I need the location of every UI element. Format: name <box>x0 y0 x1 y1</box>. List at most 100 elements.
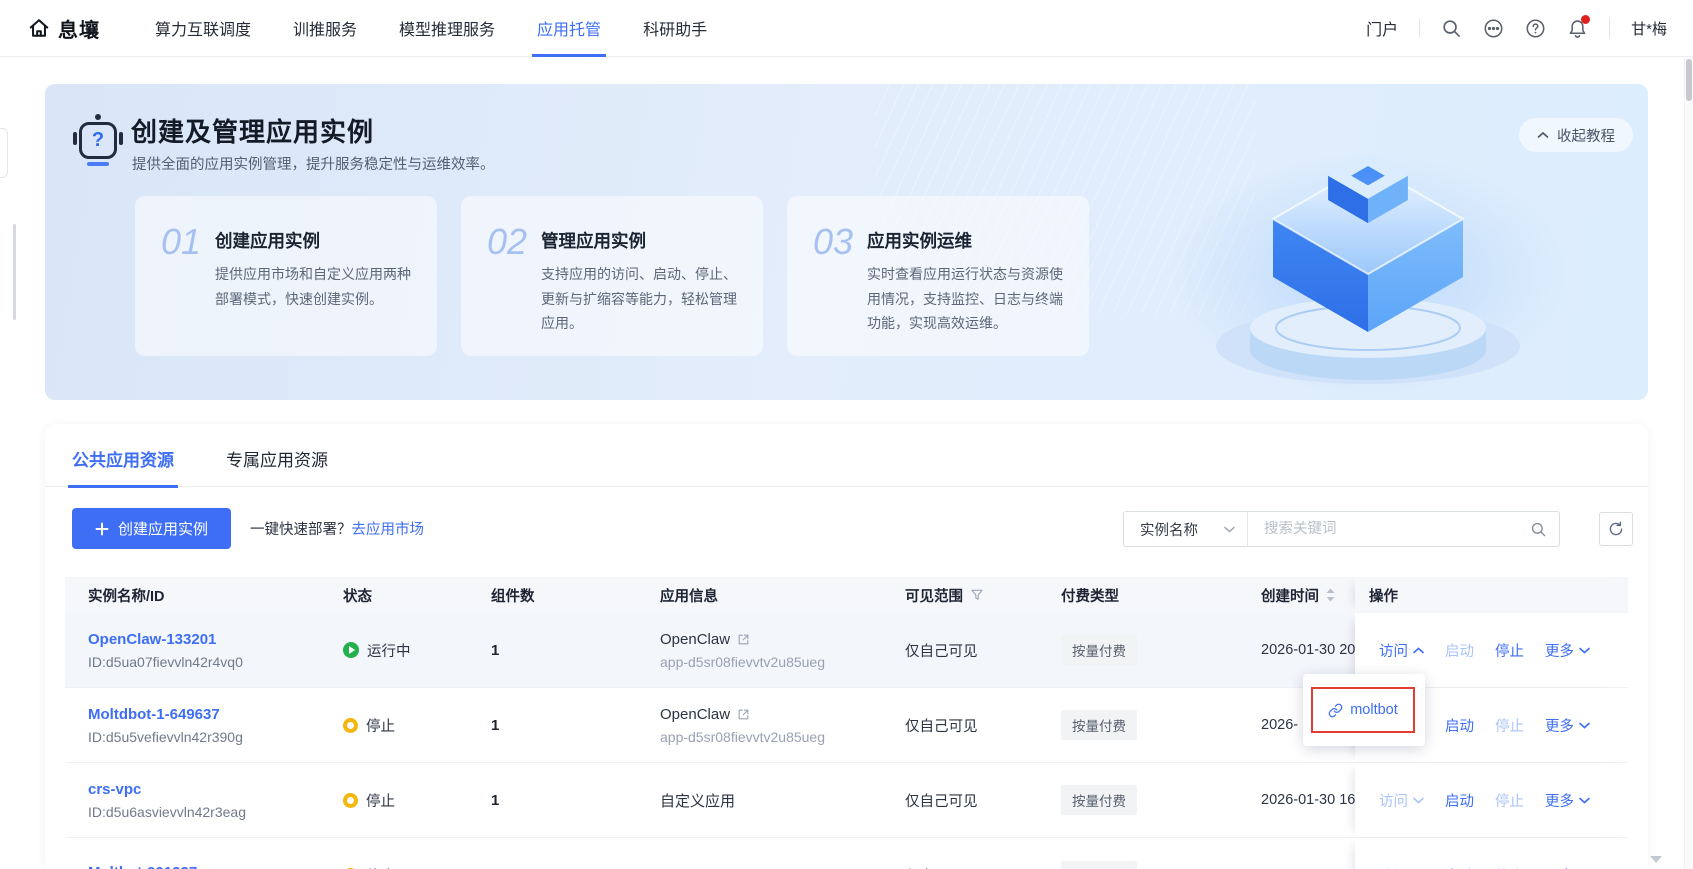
brand-name: 息壤 <box>58 14 100 43</box>
plus-icon <box>95 522 109 536</box>
pay-type-badge: 按量付费 <box>1061 710 1137 740</box>
table-header: 实例名称/ID 状态 组件数 应用信息 可见范围 付费类型 创建时间 操作 <box>65 577 1628 613</box>
step-card-manage: 02 管理应用实例 支持应用的访问、启动、停止、更新与扩缩容等能力，轻松管理应用… <box>461 196 763 356</box>
search-input[interactable] <box>1248 521 1518 537</box>
step-card-ops: 03 应用实例运维 实时查看应用运行状态与资源使用情况，支持监控、日志与终端功能… <box>787 196 1089 356</box>
brand-logo[interactable]: 息壤 <box>28 14 100 43</box>
scroll-down-caret[interactable] <box>1650 856 1662 863</box>
component-count: 1 <box>491 717 499 734</box>
help-icon[interactable] <box>1525 18 1546 39</box>
vertical-scrollbar[interactable] <box>1684 57 1693 869</box>
tab-public-resources[interactable]: 公共应用资源 <box>72 446 174 488</box>
collapse-tutorial-button[interactable]: 收起教程 <box>1519 118 1633 152</box>
action-start: 启动 <box>1445 640 1474 661</box>
action-more[interactable]: 更多 <box>1545 790 1590 811</box>
annotation-highlight: moltbot <box>1311 687 1415 733</box>
action-more[interactable]: 更多 <box>1545 865 1590 869</box>
nav-item-training-inference[interactable]: 训推服务 <box>272 0 378 57</box>
step-title: 管理应用实例 <box>541 228 749 253</box>
step-desc: 提供应用市场和自定义应用两种部署模式，快速创建实例。 <box>215 262 423 311</box>
created-time: 2026- <box>1261 717 1298 733</box>
search-icon[interactable] <box>1441 18 1462 39</box>
chevron-down-icon <box>1579 722 1590 729</box>
scrollbar-thumb[interactable] <box>1686 59 1692 101</box>
visibility: 仅自己可见 <box>905 865 978 869</box>
status-stopped-icon <box>343 793 358 808</box>
nav-item-app-hosting[interactable]: 应用托管 <box>516 0 622 57</box>
top-nav: 息壤 算力互联调度 训推服务 模型推理服务 应用托管 科研助手 门户 <box>0 0 1693 57</box>
tutorial-banner: ? 创建及管理应用实例 提供全面的应用实例管理，提升服务稳定性与运维效率。 收起… <box>45 84 1648 400</box>
nav-item-compute-scheduling[interactable]: 算力互联调度 <box>134 0 272 57</box>
app-market-link[interactable]: 去应用市场 <box>352 518 425 539</box>
instance-id: ID:d5u5vefievvln42r390g <box>88 729 243 745</box>
col-header-created: 创建时间 <box>1261 577 1355 613</box>
visit-dropdown: moltbot <box>1303 674 1425 746</box>
col-header-name: 实例名称/ID <box>65 577 343 613</box>
created-time: 2026-01-30 16 <box>1261 792 1355 808</box>
search-submit-icon[interactable] <box>1518 521 1559 538</box>
chevron-down-icon <box>1579 647 1590 654</box>
status-label: 停止 <box>366 715 395 736</box>
step-desc: 支持应用的访问、启动、停止、更新与扩缩容等能力，轻松管理应用。 <box>541 262 749 336</box>
action-stop[interactable]: 停止 <box>1495 640 1524 661</box>
banner-subtitle: 提供全面的应用实例管理，提升服务稳定性与运维效率。 <box>132 153 495 174</box>
more-apps-icon[interactable] <box>1483 18 1504 39</box>
home-icon <box>28 17 50 39</box>
action-more[interactable]: 更多 <box>1545 715 1590 736</box>
status-label: 停止 <box>366 790 395 811</box>
instance-id: ID:d5ua07fievvln42r4vq0 <box>88 654 243 670</box>
step-title: 应用实例运维 <box>867 228 1075 253</box>
user-name[interactable]: 甘*梅 <box>1631 18 1667 39</box>
tutorial-robot-icon: ? <box>75 114 121 166</box>
banner-title: 创建及管理应用实例 <box>131 112 374 149</box>
visibility: 仅自己可见 <box>905 715 978 736</box>
portal-link[interactable]: 门户 <box>1366 16 1398 40</box>
instance-name-link[interactable]: crs-vpc <box>88 781 246 798</box>
visibility: 仅自己可见 <box>905 640 978 661</box>
action-start[interactable]: 启动 <box>1445 865 1474 869</box>
create-instance-button[interactable]: 创建应用实例 <box>72 508 231 549</box>
step-title: 创建应用实例 <box>215 228 423 253</box>
external-link-icon[interactable] <box>737 633 750 646</box>
main-menu: 算力互联调度 训推服务 模型推理服务 应用托管 科研助手 <box>134 0 728 57</box>
quick-deploy-hint: 一键快速部署？ 去应用市场 <box>250 508 424 549</box>
resource-tabs: 公共应用资源 专属应用资源 <box>72 446 328 488</box>
notification-bell-icon[interactable] <box>1567 18 1588 39</box>
app-name: OpenClaw <box>660 706 730 723</box>
action-start[interactable]: 启动 <box>1445 790 1474 811</box>
action-visit: 访问 <box>1379 865 1424 869</box>
status-running-icon <box>343 642 359 658</box>
tab-dedicated-resources[interactable]: 专属应用资源 <box>226 446 328 488</box>
action-more[interactable]: 更多 <box>1545 640 1590 661</box>
status-label: 停止 <box>366 865 395 869</box>
instance-name-link[interactable]: Moltdbot-1-649637 <box>88 706 243 723</box>
nav-right: 门户 <box>1366 16 1667 40</box>
pay-type-badge: 按量付费 <box>1061 785 1137 815</box>
action-stop: 停止 <box>1495 865 1524 869</box>
sort-icon[interactable] <box>1326 588 1335 602</box>
divider <box>1419 18 1420 38</box>
refresh-icon <box>1608 521 1624 537</box>
instance-name-link[interactable]: OpenClaw-133201 <box>88 631 243 648</box>
tutorial-steps: 01 创建应用实例 提供应用市场和自定义应用两种部署模式，快速创建实例。 02 … <box>135 196 1089 356</box>
external-link-icon[interactable] <box>737 708 750 721</box>
search-field-select[interactable]: 实例名称 <box>1124 512 1248 546</box>
action-visit[interactable]: 访问 <box>1379 640 1424 661</box>
chevron-down-icon <box>1224 526 1235 533</box>
table-row: crs-vpc ID:d5u6asvievvln42r3eag 停止 1 自定义… <box>65 763 1628 838</box>
col-header-appinfo: 应用信息 <box>660 577 905 613</box>
instance-name-link[interactable]: Moltbot-991227 <box>88 864 197 869</box>
status-label: 运行中 <box>367 640 411 661</box>
nav-item-research-assistant[interactable]: 科研助手 <box>622 0 728 57</box>
moltbot-endpoint-link[interactable]: moltbot <box>1328 702 1398 718</box>
status-stopped-icon <box>343 718 358 733</box>
pay-type-badge: 按量付费 <box>1061 861 1137 869</box>
action-start[interactable]: 启动 <box>1445 715 1474 736</box>
filter-funnel-icon[interactable] <box>970 588 984 602</box>
app-id: app-d5sr08fievvtv2u85ueg <box>660 729 825 745</box>
resources-panel: 公共应用资源 专属应用资源 创建应用实例 一键快速部署？ 去应用市场 实例名称 <box>45 424 1648 869</box>
nav-item-model-inference[interactable]: 模型推理服务 <box>378 0 516 57</box>
refresh-button[interactable] <box>1599 512 1633 546</box>
search-bar: 实例名称 <box>1123 511 1560 547</box>
action-visit: 访问 <box>1379 790 1424 811</box>
